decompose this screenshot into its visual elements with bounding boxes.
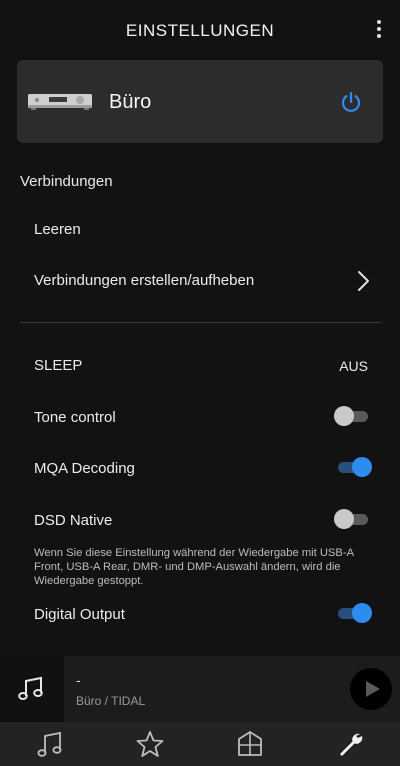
dsd-native-note: Wenn Sie diese Einstellung während der W… (34, 547, 354, 587)
toggle-knob (334, 509, 354, 529)
amplifier-device-icon (28, 94, 92, 110)
sleep-label[interactable]: SLEEP (34, 357, 374, 374)
device-name: Büro (109, 91, 152, 113)
track-title: - (76, 672, 81, 688)
wrench-icon[interactable] (334, 728, 366, 760)
dsd-native-toggle[interactable] (334, 508, 374, 530)
dsd-native-label: DSD Native (34, 512, 113, 529)
mini-player[interactable]: - Büro / TIDAL (0, 656, 400, 722)
page-title: EINSTELLUNGEN (125, 21, 275, 40)
star-icon[interactable] (134, 728, 166, 760)
more-vertical-icon[interactable] (372, 20, 386, 40)
device-card[interactable]: Büro (17, 60, 383, 143)
chevron-right-icon[interactable] (356, 270, 370, 292)
sleep-value[interactable]: AUS (339, 358, 368, 374)
toggle-knob (352, 603, 372, 623)
toggle-knob (352, 457, 372, 477)
manage-connections-item[interactable]: Verbindungen erstellen/aufheben (34, 272, 374, 289)
divider (20, 322, 381, 323)
album-art (0, 656, 64, 722)
digital-output-label: Digital Output (34, 606, 125, 623)
play-button[interactable] (350, 668, 392, 710)
music-note-icon[interactable] (34, 728, 66, 760)
header: EINSTELLUNGEN (0, 0, 400, 60)
section-connections-label: Verbindungen (20, 173, 113, 190)
home-icon[interactable] (234, 728, 266, 760)
tab-bar (0, 722, 400, 766)
track-source: Büro / TIDAL (76, 694, 146, 708)
toggle-knob (334, 406, 354, 426)
mqa-decoding-label: MQA Decoding (34, 460, 135, 477)
power-icon[interactable] (339, 90, 363, 114)
music-note-icon (18, 676, 43, 700)
clear-connections-item[interactable]: Leeren (34, 221, 374, 238)
tone-control-toggle[interactable] (334, 405, 374, 427)
mqa-decoding-toggle[interactable] (334, 456, 374, 478)
tone-control-label: Tone control (34, 409, 116, 426)
digital-output-toggle[interactable] (334, 602, 374, 624)
play-icon (366, 681, 380, 697)
